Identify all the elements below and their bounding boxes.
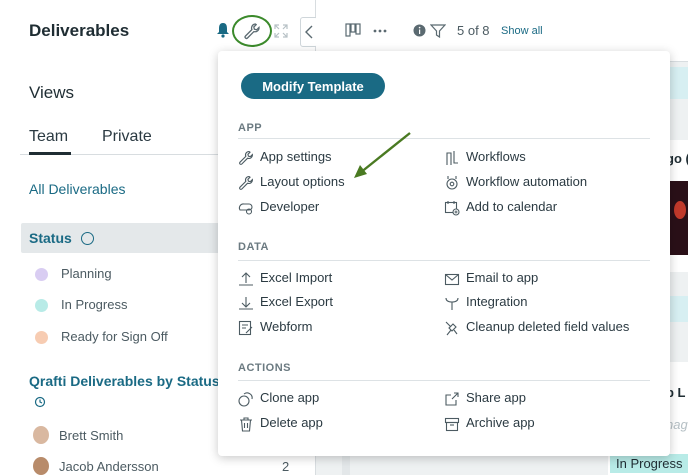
integration-icon: [445, 297, 459, 310]
person-name: Brett Smith: [59, 428, 124, 443]
menu-item-label: Share app: [466, 390, 526, 405]
menu-item-label: Developer: [260, 199, 320, 214]
menu-item-label: Workflow automation: [466, 174, 588, 189]
webform-icon: [238, 320, 253, 336]
menu-item-label: Email to app: [466, 270, 539, 285]
menu-item-label: Archive app: [466, 415, 535, 430]
archive-icon: [444, 417, 460, 432]
workflows-icon: [446, 151, 458, 165]
menu-item-label: Clone app: [260, 390, 320, 405]
menu-item-label: Layout options: [260, 174, 345, 189]
share-icon: [445, 392, 459, 406]
app-tools-menu: Modify Template APP App settings Layout …: [218, 51, 670, 456]
info-icon: [413, 24, 426, 37]
filter-count: 5 of 8: [457, 23, 490, 38]
person-name: Jacob Andersson: [59, 459, 159, 474]
status-dot: [35, 299, 48, 312]
status-label: In Progress: [61, 297, 128, 312]
status-dot: [35, 268, 48, 281]
trash-icon: [240, 417, 252, 432]
tab-team[interactable]: Team: [29, 128, 68, 146]
developer-icon: [238, 203, 253, 215]
status-badge: In Progress: [610, 454, 688, 473]
views-heading: Views: [29, 83, 75, 102]
menu-item-label: Excel Export: [260, 294, 333, 309]
section-divider: [238, 380, 650, 381]
view-title-by-status[interactable]: Qrafti Deliverables by Status: [29, 373, 220, 389]
menu-item-label: Excel Import: [260, 270, 333, 285]
section-heading-actions: ACTIONS: [238, 362, 291, 374]
app-tools-button[interactable]: [232, 15, 272, 47]
chevron-left-icon: [305, 25, 313, 39]
active-tab-indicator: [29, 152, 71, 155]
upload-icon: [239, 272, 253, 286]
all-deliverables-link[interactable]: All Deliverables: [29, 181, 125, 197]
status-label: Planning: [61, 266, 112, 281]
avatar: [33, 426, 49, 444]
status-group-label: Status: [29, 230, 72, 246]
cleanup-icon: [445, 321, 458, 336]
menu-item-label: Workflows: [466, 149, 526, 164]
wrench-icon: [239, 175, 253, 190]
modify-template-button[interactable]: Modify Template: [241, 73, 385, 99]
status-label: Ready for Sign Off: [61, 329, 168, 344]
wrench-icon: [244, 23, 260, 40]
menu-item-label: Cleanup deleted field values: [466, 319, 630, 334]
app-title: Deliverables: [29, 21, 130, 40]
card-image: [670, 181, 688, 255]
bell-icon[interactable]: [216, 22, 230, 38]
automation-icon: [446, 176, 458, 190]
menu-item-label: Integration: [466, 294, 528, 309]
clone-icon: [238, 392, 253, 407]
section-divider: [238, 260, 650, 261]
person-count: 2: [282, 459, 290, 474]
annotation-arrow-icon: [354, 132, 411, 178]
filter-icon[interactable]: [430, 24, 446, 38]
show-all-link[interactable]: Show all: [501, 25, 543, 37]
chevron-down-icon: [81, 232, 94, 245]
email-icon: [444, 273, 460, 286]
expand-icon[interactable]: [274, 24, 288, 38]
wrench-icon: [239, 150, 253, 165]
history-icon: [34, 396, 46, 408]
section-heading-app: APP: [238, 122, 263, 134]
menu-item-label: App settings: [260, 149, 332, 164]
download-icon: [239, 297, 253, 310]
avatar: [33, 457, 49, 475]
more-options-icon[interactable]: [373, 29, 387, 33]
section-divider: [238, 138, 650, 139]
status-dot: [35, 331, 48, 344]
tab-private[interactable]: Private: [102, 128, 152, 146]
menu-item-label: Add to calendar: [466, 199, 558, 214]
calendar-icon: [444, 201, 460, 216]
menu-item-label: Delete app: [260, 415, 323, 430]
menu-item-label: Webform: [260, 319, 313, 334]
status-group-header[interactable]: Status: [21, 223, 221, 253]
section-heading-data: DATA: [238, 241, 269, 253]
board-layout-icon[interactable]: [345, 23, 361, 37]
